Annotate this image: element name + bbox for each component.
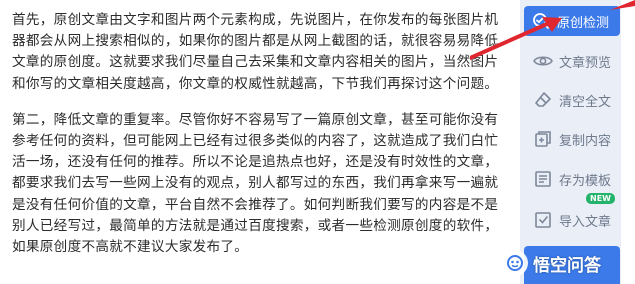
- copy-content-label: 复制内容: [559, 133, 612, 149]
- preview-button[interactable]: 文章预览: [526, 45, 618, 77]
- clear-all-button[interactable]: 清空全文: [526, 84, 618, 116]
- originality-check-button[interactable]: 原创检测: [524, 6, 620, 36]
- watermark-text: 悟空问答: [533, 255, 601, 276]
- wukong-logo-icon: [502, 250, 528, 276]
- clear-all-label: 清空全文: [559, 94, 612, 110]
- watermark: 悟空问答: [502, 246, 601, 280]
- copy-icon: [532, 128, 554, 150]
- editor-side-toolbar: 原创检测 文章预览 清空全文 复制内容 存为模板 NEW 导入文章: [520, 0, 621, 284]
- save-template-label: 存为模板: [559, 173, 612, 189]
- template-icon: [532, 168, 554, 190]
- copy-content-button[interactable]: 复制内容: [526, 123, 618, 155]
- screenshot-stage: 首先，原创文章由文字和图片两个元素构成，先说图片，在你发布的每张图片机器都会从网…: [0, 0, 635, 284]
- eye-icon: [532, 50, 554, 72]
- import-icon: [532, 209, 554, 231]
- save-template-button[interactable]: 存为模板: [526, 163, 618, 195]
- preview-label: 文章预览: [559, 55, 612, 71]
- eraser-icon: [532, 89, 554, 111]
- import-article-button[interactable]: NEW 导入文章: [526, 193, 618, 236]
- search-check-icon: [530, 10, 552, 32]
- article-body: 首先，原创文章由文字和图片两个元素构成，先说图片，在你发布的每张图片机器都会从网…: [12, 10, 512, 273]
- import-article-label: 导入文章: [559, 214, 612, 230]
- article-paragraph-1: 首先，原创文章由文字和图片两个元素构成，先说图片，在你发布的每张图片机器都会从网…: [12, 12, 499, 92]
- new-badge: NEW: [586, 193, 615, 204]
- article-paragraph-2: 第二，降低文章的重复率。尽管你好不容易写了一篇原创文章，甚至可能你没有参考任何的…: [12, 111, 499, 256]
- originality-check-label: 原创检测: [557, 15, 610, 31]
